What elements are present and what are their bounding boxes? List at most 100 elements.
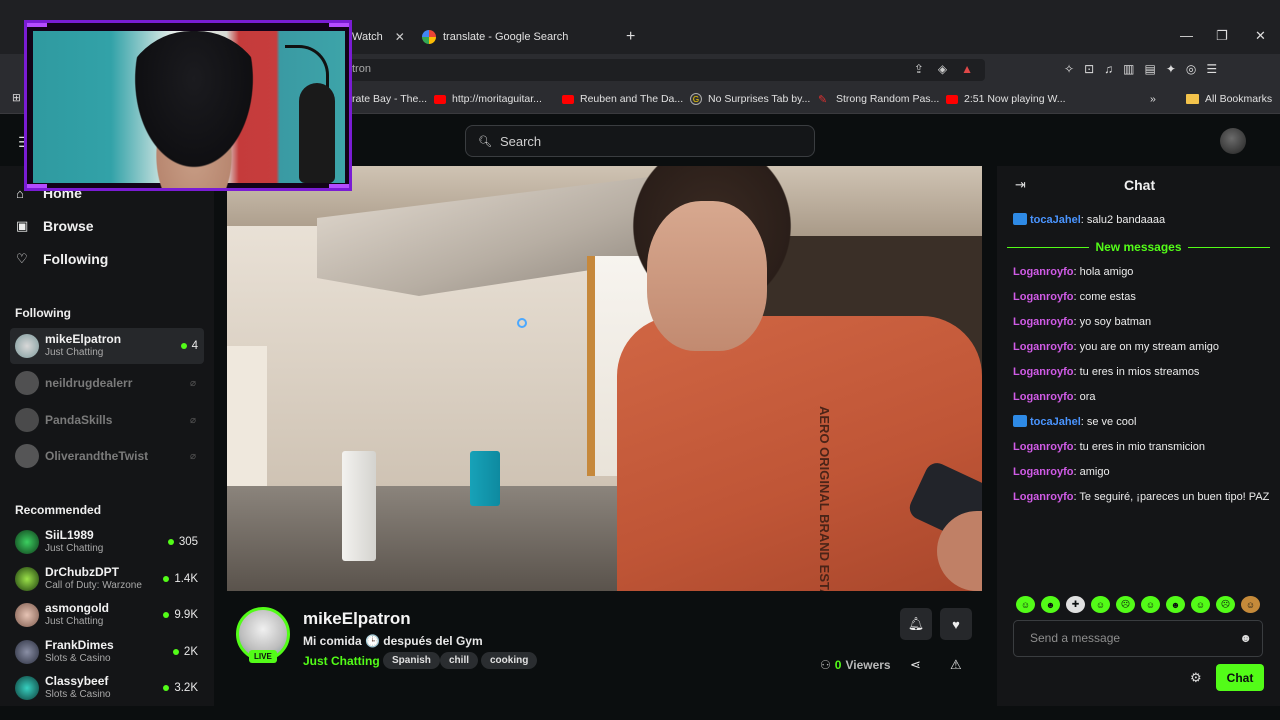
share-icon[interactable]: ⋖ <box>910 657 921 673</box>
emote-icon[interactable]: ✚ <box>1066 596 1085 613</box>
tag-cooking[interactable]: cooking <box>481 652 538 669</box>
emote-icon[interactable]: ☺ <box>1016 596 1035 613</box>
chat-message: Loganroyfo: tu eres in mios streamos <box>1013 364 1271 380</box>
screenshot-icon[interactable]: ⊡ <box>1084 62 1094 76</box>
user-avatar[interactable] <box>1220 128 1246 154</box>
rewards-icon[interactable]: ▲ <box>961 62 973 76</box>
apps-icon[interactable]: ⊞ <box>12 92 21 104</box>
bookmark-item[interactable]: rate Bay - The... <box>352 93 427 105</box>
all-bookmarks[interactable]: All Bookmarks <box>1186 93 1272 105</box>
chat-username[interactable]: tocaJahel <box>1030 416 1081 428</box>
avatar <box>15 371 39 395</box>
emote-icon[interactable]: ☻ <box>1166 596 1185 613</box>
sidebar-channel-oliverandthetwist[interactable]: OliverandtheTwist ⌀ <box>10 438 204 474</box>
sidebar-channel-mikeelpatron[interactable]: mikeElpatron Just Chatting 4 <box>10 328 204 364</box>
bookmark-item[interactable]: G No Surprises Tab by... <box>690 93 810 105</box>
bookmark-item[interactable]: 2:51 Now playing W... <box>946 93 1066 105</box>
chat-input-placeholder: Send a message <box>1030 631 1121 645</box>
streamer-name[interactable]: mikeElpatron <box>303 609 411 629</box>
sidebar-icon[interactable]: ▥ <box>1123 62 1134 76</box>
sidebar-channel-siil1989[interactable]: SiiL1989 Just Chatting 305 <box>10 524 204 560</box>
chat-username[interactable]: Loganroyfo <box>1013 316 1074 328</box>
emote-icon[interactable]: ☺ <box>1141 596 1160 613</box>
brave-shield-icon[interactable]: ◈ <box>938 62 947 76</box>
emote-icon[interactable]: ☺ <box>1241 596 1260 613</box>
recommended-heading: Recommended <box>15 503 102 517</box>
chat-username[interactable]: Loganroyfo <box>1013 466 1074 478</box>
nav-browse[interactable]: ▣ Browse <box>16 218 94 234</box>
live-dot <box>180 343 187 349</box>
chat-text: : ora <box>1073 391 1096 403</box>
chat-settings-gear-icon[interactable]: ⚙ <box>1190 670 1202 686</box>
leo-icon[interactable]: ✦ <box>1166 62 1176 76</box>
bookmark-item[interactable]: Reuben and The Da... <box>562 93 683 105</box>
heart-icon: ♡ <box>16 251 28 266</box>
emote-icon[interactable]: ☺ <box>1191 596 1210 613</box>
stream-title: Mi comida 🕒 después del Gym <box>303 634 483 648</box>
tag-chill[interactable]: chill <box>440 652 479 669</box>
chat-username[interactable]: Loganroyfo <box>1013 341 1074 353</box>
tag-spanish[interactable]: Spanish <box>383 652 440 669</box>
channel-name: asmongold <box>45 601 110 616</box>
sidebar-channel-drchubzdpt[interactable]: DrChubzDPT Call of Duty: Warzone 1.4K <box>10 561 204 597</box>
extension-toolbar: ✧ ⊡ ♫ ▥ ▤ ✦ ◎ ☰ <box>1064 62 1217 76</box>
search-input[interactable]: 🔍︎ Search <box>465 125 815 157</box>
chat-username[interactable]: Loganroyfo <box>1013 291 1074 303</box>
viewer-count: 305 <box>167 536 204 548</box>
sub-badge-icon <box>1013 213 1027 225</box>
webcam-microphone <box>299 83 335 183</box>
chat-text: : you are on my stream amigo <box>1073 341 1220 353</box>
emote-icon[interactable]: ☹ <box>1216 596 1235 613</box>
close-window-icon[interactable]: ✕ <box>1255 28 1266 44</box>
video-player[interactable]: AERO ORIGINAL BRAND ESTABLISHED 1987 <box>227 166 982 591</box>
report-icon[interactable]: ⚠ <box>950 657 962 673</box>
tab-google-search[interactable]: translate - Google Search <box>422 22 612 52</box>
chat-username[interactable]: Loganroyfo <box>1013 491 1074 503</box>
send-chat-button[interactable]: Chat <box>1216 664 1264 691</box>
follow-button[interactable]: ♥ <box>940 608 972 640</box>
live-dot <box>163 612 170 618</box>
bookmark-item[interactable]: http://moritaguitar... <box>434 93 542 105</box>
nav-following[interactable]: ♡ Following <box>16 251 108 267</box>
chat-username[interactable]: tocaJahel <box>1030 214 1081 226</box>
chat-username[interactable]: Loganroyfo <box>1013 366 1074 378</box>
tab-watch[interactable]: Watch ✕ <box>352 22 408 52</box>
viewer-count: 1.4K <box>163 573 204 585</box>
sidebar-channel-classybeef[interactable]: Classybeef Slots & Casino 3.2K <box>10 670 204 706</box>
chat-message: tocaJahel: se ve cool <box>1013 414 1271 430</box>
channel-category: Slots & Casino <box>45 689 111 701</box>
wallet-icon[interactable]: ▤ <box>1144 62 1155 76</box>
notification-bell-button[interactable]: 🔔︎ <box>900 608 932 640</box>
close-tab-icon[interactable]: ✕ <box>395 30 405 44</box>
sidebar-channel-pandaskills[interactable]: PandaSkills ⌀ <box>10 402 204 438</box>
bookmark-item[interactable]: ✎ Strong Random Pas... <box>818 93 939 106</box>
emote-icon[interactable]: ☺ <box>1091 596 1110 613</box>
music-icon[interactable]: ♫ <box>1104 62 1113 76</box>
vpn-icon[interactable]: ◎ <box>1186 62 1196 76</box>
chat-username[interactable]: Loganroyfo <box>1013 441 1074 453</box>
emote-icon[interactable]: ☻ <box>1041 596 1060 613</box>
avatar <box>15 640 39 664</box>
chat-username[interactable]: Loganroyfo <box>1013 266 1074 278</box>
channel-name: FrankDimes <box>45 638 114 653</box>
sidebar-channel-frankdimes[interactable]: FrankDimes Slots & Casino 2K <box>10 634 204 670</box>
share-icon[interactable]: ⇪ <box>914 62 924 76</box>
chat-text: : tu eres in mio transmicion <box>1073 441 1205 453</box>
chat-username[interactable]: Loganroyfo <box>1013 391 1074 403</box>
sidebar-channel-neildrugdealerr[interactable]: neildrugdealerr ⌀ <box>10 365 204 401</box>
collapse-chat-icon[interactable]: ⇥ <box>1015 177 1026 193</box>
avatar <box>15 676 39 700</box>
channel-name: OliverandtheTwist <box>45 448 149 463</box>
chat-message-input[interactable]: Send a message ☻ <box>1013 620 1263 657</box>
minimize-icon[interactable]: — <box>1180 28 1193 43</box>
stream-category[interactable]: Just Chatting <box>303 654 380 668</box>
menu-icon[interactable]: ☰ <box>1206 62 1217 76</box>
restore-icon[interactable]: ❐ <box>1216 28 1228 44</box>
emoji-picker-icon[interactable]: ☻ <box>1239 631 1252 645</box>
omnibox[interactable]: tron ⇪ ◈ ▲ <box>340 59 985 81</box>
emote-icon[interactable]: ☹ <box>1116 596 1135 613</box>
bookmarks-overflow[interactable]: » <box>1150 93 1156 105</box>
sidebar-channel-asmongold[interactable]: asmongold Just Chatting 9.9K <box>10 597 204 633</box>
extensions-icon[interactable]: ✧ <box>1064 62 1074 76</box>
new-tab-button[interactable]: + <box>626 22 635 52</box>
